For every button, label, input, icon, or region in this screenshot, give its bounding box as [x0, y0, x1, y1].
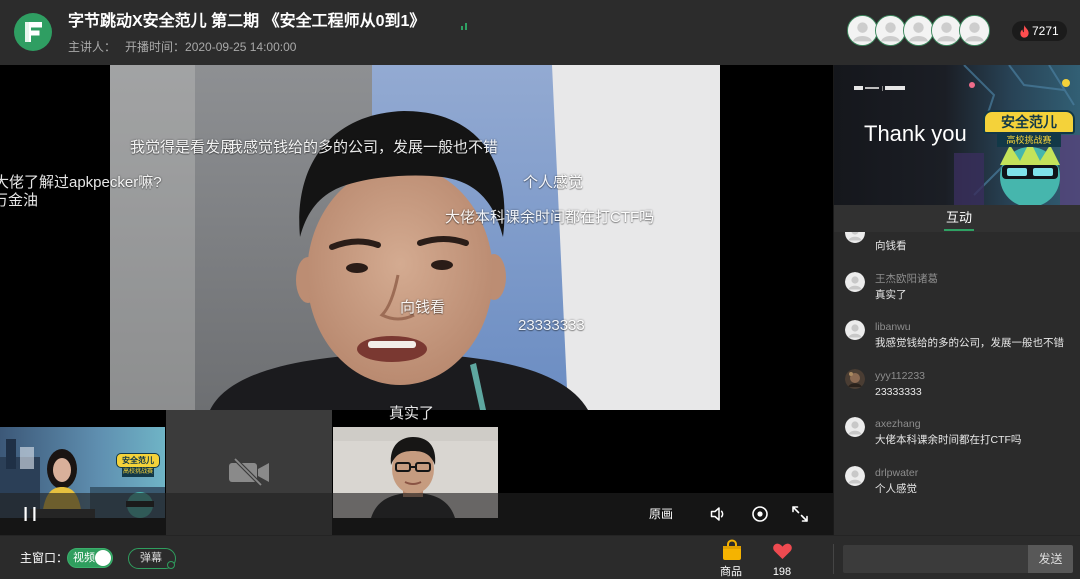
- start-time: 2020-09-25 14:00:00: [185, 40, 297, 54]
- thumbnail-logo-line1: 安全范儿: [116, 453, 160, 468]
- tab-interaction[interactable]: 互动: [944, 210, 974, 226]
- video-stage: 安全范儿 高校挑战赛 我觉得是看发展 我感觉钱给的多的公司，发展一般也不错 大佬…: [0, 65, 833, 535]
- chat-message-text: 真实了: [875, 289, 907, 301]
- poster-text: Thank you: [864, 121, 967, 146]
- active-tab-indicator: [944, 229, 974, 231]
- poster-logo-line2: 高校挑战赛: [997, 133, 1061, 147]
- chat-message: 向钱看: [834, 232, 1080, 271]
- default-avatar-icon[interactable]: [845, 232, 865, 243]
- toggle-knob: [167, 561, 175, 569]
- viewer-avatar[interactable]: [847, 15, 878, 46]
- send-button[interactable]: 发送: [1028, 545, 1073, 573]
- user-photo-avatar[interactable]: [845, 369, 865, 389]
- quality-selector[interactable]: 原画: [649, 507, 673, 521]
- toggle-knob: [95, 550, 111, 566]
- top-header: 字节跳动X安全范儿 第二期 《安全工程师从0到1》 主讲人： 开播时间：2020-…: [0, 0, 1080, 65]
- live-meta: 主讲人： 开播时间：2020-09-25 14:00:00: [68, 40, 296, 54]
- thumbnail-logo-line2: 高校挑战赛: [122, 468, 154, 477]
- danmaku-toggle-label: 弹幕: [140, 552, 162, 564]
- shopping-bag-icon[interactable]: [721, 539, 743, 561]
- start-time-label: 开播时间：: [125, 40, 186, 54]
- default-avatar-icon[interactable]: [845, 466, 865, 486]
- slide-poster[interactable]: Thank you 安全范儿 高校挑战赛: [834, 65, 1080, 205]
- pause-icon[interactable]: [24, 507, 36, 521]
- player-control-bar: 原画: [0, 493, 833, 535]
- chat-message: drlpwater 个人感觉: [834, 466, 1080, 514]
- default-avatar-icon[interactable]: [845, 320, 865, 340]
- volume-icon[interactable]: [709, 505, 727, 523]
- heart-icon[interactable]: [772, 541, 793, 560]
- chat-username[interactable]: drlpwater: [875, 466, 918, 480]
- chat-username[interactable]: 王杰欧阳诸葛: [875, 272, 938, 286]
- main-speaker-video[interactable]: [110, 65, 720, 410]
- chat-username[interactable]: yyy112233: [875, 369, 925, 383]
- chat-username[interactable]: libanwu: [875, 320, 911, 334]
- right-panel: Thank you 安全范儿 高校挑战赛 互动 向钱看 王杰欧阳诸葛 真实了 l…: [833, 65, 1080, 535]
- app-logo-icon[interactable]: [14, 13, 52, 51]
- thumbnail-poster-logo: 安全范儿 高校挑战赛: [116, 453, 160, 479]
- main-window-label: 主窗口：: [20, 551, 69, 565]
- bottom-toolbar: 主窗口： 视频 弹幕 商品 198 发送: [0, 535, 1080, 579]
- viewer-avatar[interactable]: [903, 15, 934, 46]
- chat-message-text: 我感觉钱给的多的公司，发展一般也不错: [875, 337, 1064, 349]
- speaker-label: 主讲人：: [68, 40, 117, 54]
- fire-icon: [1019, 25, 1030, 38]
- chat-message: axezhang 大佬本科课余时间都在打CTF吗: [834, 417, 1080, 465]
- signal-icon: [461, 21, 469, 30]
- chat-message-text: 个人感觉: [875, 483, 917, 495]
- danmaku-comment: 万金油: [0, 192, 39, 209]
- popularity-badge: 7271: [1012, 21, 1067, 41]
- chat-message: yyy112233 23333333: [834, 369, 1080, 417]
- chat-input[interactable]: [843, 545, 1028, 573]
- viewer-avatar[interactable]: [931, 15, 962, 46]
- poster-logo-line1: 安全范儿: [983, 110, 1075, 134]
- chat-message: 王杰欧阳诸葛 真实了: [834, 272, 1080, 320]
- chat-message-text: 大佬本科课余时间都在打CTF吗: [875, 434, 1022, 446]
- chat-message: libanwu 我感觉钱给的多的公司，发展一般也不错: [834, 320, 1080, 368]
- viewer-avatar[interactable]: [959, 15, 990, 46]
- chat-username[interactable]: axezhang: [875, 417, 921, 431]
- camera-off-icon: [228, 458, 270, 486]
- panel-tabs: 互动: [834, 205, 1080, 232]
- video-toggle[interactable]: 视频: [67, 548, 113, 568]
- video-toggle-label: 视频: [73, 552, 95, 564]
- chat-message-text: 23333333: [875, 386, 922, 398]
- chat-message-text: 向钱看: [875, 240, 907, 252]
- default-avatar-icon[interactable]: [845, 417, 865, 437]
- live-title: 字节跳动X安全范儿 第二期 《安全工程师从0到1》: [68, 13, 426, 30]
- poster-logo: 安全范儿 高校挑战赛: [983, 110, 1075, 148]
- divider: [833, 544, 834, 574]
- fullscreen-icon[interactable]: [791, 505, 809, 523]
- goods-label[interactable]: 商品: [716, 566, 746, 579]
- danmaku-toggle[interactable]: 弹幕: [128, 548, 176, 569]
- popularity-count: 7271: [1032, 24, 1059, 38]
- like-count: 198: [772, 566, 792, 578]
- record-icon[interactable]: [751, 505, 769, 523]
- default-avatar-icon[interactable]: [845, 272, 865, 292]
- chat-list[interactable]: 向钱看 王杰欧阳诸葛 真实了 libanwu 我感觉钱给的多的公司，发展一般也不…: [834, 232, 1080, 535]
- viewer-avatar[interactable]: [875, 15, 906, 46]
